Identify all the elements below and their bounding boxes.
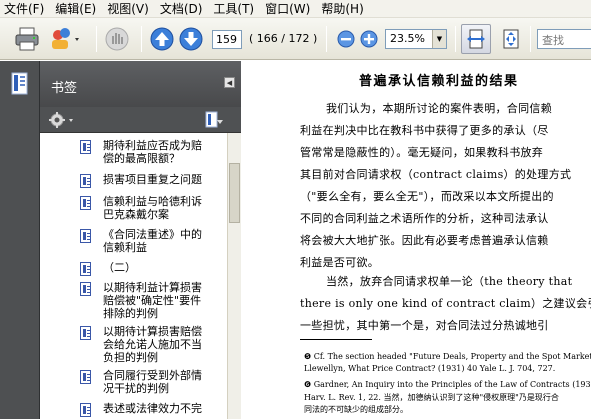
bookmark-label: … xyxy=(103,133,221,136)
bookmark-label: 损害项目重复之问题 xyxy=(103,173,202,186)
menu-bar: 文件(F) 编辑(E) 视图(V) 文档(D) 工具(T) 窗口(W) 帮助(H… xyxy=(0,0,591,18)
bookmarks-panel-title: 书签 xyxy=(51,81,78,96)
menu-view[interactable]: 视图(V) xyxy=(107,0,149,17)
navigation-strip xyxy=(0,61,40,419)
bookmarks-panel: 书签 ◀ … 期待利益应否成为赔 偿的最 xyxy=(40,61,241,419)
bookmark-label: （二） xyxy=(103,261,136,274)
bookmark-label: 以期待计算损害赔偿 会给允诺人施加不当 负担的判例 xyxy=(103,325,202,364)
footnote-line: 同法的不可缺少的组成部分。 xyxy=(304,405,408,414)
menu-document[interactable]: 文档(D) xyxy=(160,0,203,17)
bookmarks-panel-header: 书签 ◀ xyxy=(40,61,241,107)
zoom-out-icon[interactable] xyxy=(337,30,355,51)
body-line: （"要么全有，要么全无"），而改采以本文所提出的 xyxy=(300,190,554,203)
page-heading: 普遍承认信赖利益的结果 xyxy=(359,74,519,89)
bookmarks-list: … 期待利益应否成为赔 偿的最高限额？ 损害项目重复之问题 信赖利益与哈德利诉 … xyxy=(40,133,227,419)
collapse-panel-icon[interactable]: ◀ xyxy=(224,77,235,88)
toolbar-separator xyxy=(141,26,142,52)
body-line: 管常常是隐蔽性的）。毫无疑问，如果教科书放弃 xyxy=(300,146,544,159)
fit-page-icon[interactable] xyxy=(497,25,525,56)
footnote-divider xyxy=(300,339,372,340)
body-line: 利益是否可欲。 xyxy=(300,256,380,269)
bookmarks-scrollbar[interactable] xyxy=(227,133,241,419)
bookmark-icon xyxy=(80,174,91,188)
body-line: 不同的合同利益之术语所作的分析，这种司法承认 xyxy=(300,212,549,225)
bookmark-icon xyxy=(80,140,91,154)
zoom-level-select[interactable]: 23.5% ▼ xyxy=(385,29,447,49)
bookmark-icon xyxy=(80,326,91,340)
options-gear-icon[interactable] xyxy=(48,111,76,132)
body-line: 利益在判决中比在教科书中获得了更多的承认（尽 xyxy=(300,124,549,137)
zoom-in-icon[interactable] xyxy=(360,30,378,51)
bookmark-icon xyxy=(80,370,91,384)
bookmark-label: 以期待利益计算损害 赔偿被"确定性"要件 排除的判例 xyxy=(103,281,202,320)
next-page-icon[interactable] xyxy=(179,27,203,54)
toolbar-separator xyxy=(455,26,456,52)
body-line: 当然，放弃合同请求权单一论（the theory that xyxy=(326,275,573,288)
search-input[interactable]: 查找 xyxy=(537,29,591,49)
footnote-line: Harv. L. Rev. 1, 22. 当然，加德纳认识到了这种"侵权原理"乃… xyxy=(304,393,559,402)
body-line: 我们认为，本期所讨论的案件表明，合同信赖 xyxy=(326,102,552,115)
toolbar: 159 ( 166 / 172 ) 23.5% ▼ 查找 xyxy=(0,18,591,60)
bookmark-icon xyxy=(80,229,91,243)
body-line: 将会被大大地扩张。因此有必要考虑普遍承认信赖 xyxy=(300,234,549,247)
bookmark-label: 表述或法律效力不完 xyxy=(103,402,202,415)
bookmark-icon xyxy=(80,403,91,417)
fit-width-icon xyxy=(467,29,485,49)
menu-help[interactable]: 帮助(H) xyxy=(321,0,363,17)
footnote-line: ❺ Cf. The section headed "Future Deals, … xyxy=(304,352,591,361)
toolbar-separator xyxy=(96,26,97,52)
scrollbar-thumb[interactable] xyxy=(229,163,240,223)
bookmark-label: 《合同法重述》中的 信赖利益 xyxy=(103,228,202,254)
fit-width-button[interactable] xyxy=(461,24,491,54)
footnote-line: Llewellyn, What Price Contract? (1931) 4… xyxy=(304,364,556,373)
bookmark-label: 期待利益应否成为赔 偿的最高限额？ xyxy=(103,139,202,165)
menu-tools[interactable]: 工具(T) xyxy=(213,0,254,17)
menu-edit[interactable]: 编辑(E) xyxy=(55,0,96,17)
page-count: ( 166 / 172 ) xyxy=(249,32,318,45)
menu-window[interactable]: 窗口(W) xyxy=(265,0,310,17)
bookmark-icon xyxy=(80,282,91,296)
bookmark-label: 合同履行受到外部情 况干扰的判例 xyxy=(103,369,202,395)
hand-tool-icon[interactable] xyxy=(104,26,130,55)
body-line: 一些担忧，其中第一个是，对合同法过分热诚地引 xyxy=(300,319,549,332)
bookmarks-toolbar xyxy=(40,107,241,133)
body-line: 其目前对合同请求权（contract claims）的处理方式 xyxy=(300,168,572,181)
bookmark-icon xyxy=(80,196,91,210)
zoom-level-value: 23.5% xyxy=(390,32,425,45)
body-line: there is only one kind of contract claim… xyxy=(300,297,591,310)
collaborate-icon[interactable] xyxy=(48,26,84,55)
chevron-down-icon[interactable]: ▼ xyxy=(432,30,446,48)
previous-page-icon[interactable] xyxy=(150,27,174,54)
new-bookmark-icon[interactable] xyxy=(204,110,224,133)
bookmark-icon xyxy=(80,262,91,276)
print-icon[interactable] xyxy=(14,26,40,55)
document-view[interactable]: 普遍承认信赖利益的结果 我们认为，本期所讨论的案件表明，合同信赖 利益在判决中比… xyxy=(242,61,591,419)
page-number-input[interactable]: 159 xyxy=(212,30,242,49)
list-item[interactable]: … xyxy=(40,133,227,137)
footnote-line: ❻ Gardner, An Inquiry into the Principle… xyxy=(304,380,591,389)
menu-file[interactable]: 文件(F) xyxy=(4,0,44,17)
bookmarks-tab-icon[interactable] xyxy=(10,72,30,99)
bookmark-label: 信赖利益与哈德利诉 巴克森戴尔案 xyxy=(103,195,202,221)
toolbar-separator xyxy=(326,26,327,52)
toolbar-separator xyxy=(530,26,531,52)
